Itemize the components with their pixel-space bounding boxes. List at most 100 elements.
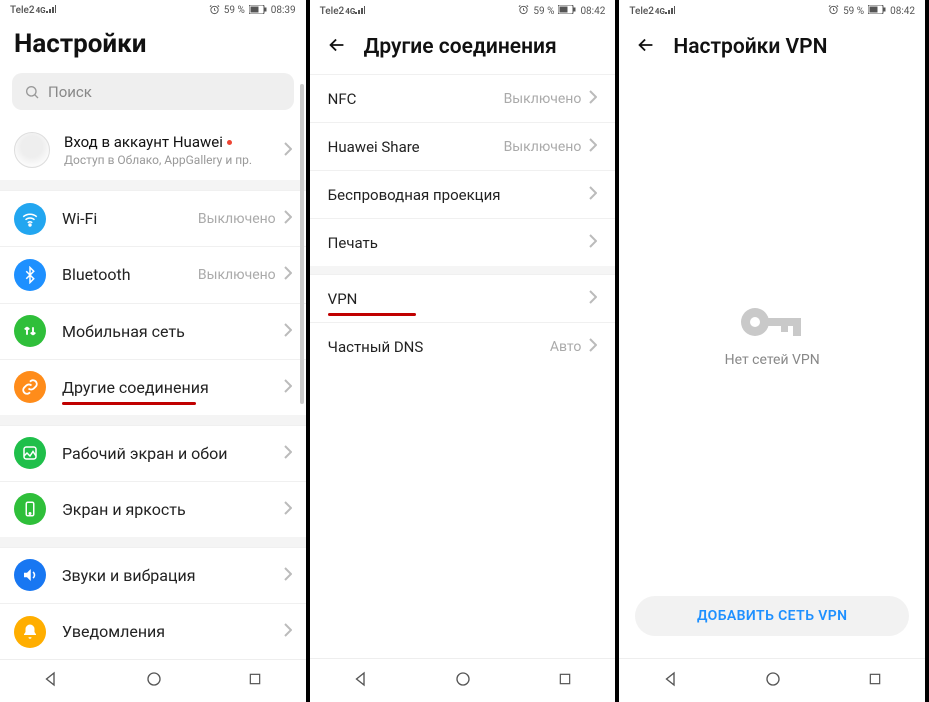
back-button[interactable] (635, 34, 657, 60)
back-button[interactable] (326, 34, 348, 60)
row-label: Bluetooth (62, 265, 131, 284)
print-row[interactable]: Печать (310, 218, 616, 266)
settings-pane: Tele2 4G 59 % 08:39 Настройки Поиск Вход… (0, 0, 310, 702)
chevron-right-icon (284, 141, 292, 160)
row-label: NFC (328, 90, 357, 108)
row-label: Экран и яркость (62, 500, 186, 519)
nav-recent-button[interactable] (867, 671, 883, 691)
header: Настройки (0, 21, 306, 73)
row-label: Другие соединения (62, 378, 209, 397)
row-label: Уведомления (62, 622, 165, 641)
vpn-key-icon (737, 302, 807, 342)
network-type-icon: 4G (345, 7, 355, 16)
other-connections-row[interactable]: Другие соединения (0, 359, 306, 415)
link-icon (14, 371, 46, 403)
highlight-underline (62, 402, 196, 405)
wifi-row[interactable]: Wi-Fi Выключено (0, 190, 306, 246)
battery-icon (249, 5, 267, 17)
nav-home-button[interactable] (764, 670, 782, 692)
chevron-right-icon (284, 622, 292, 641)
vpn-settings-pane: Tele2 4G 59 % 08:42 Настройки VPN Нет се… (619, 0, 929, 702)
network-type-icon: 4G (36, 6, 46, 15)
notification-dot-icon (227, 140, 232, 145)
notifications-row[interactable]: Уведомления (0, 603, 306, 659)
wifi-icon (14, 203, 46, 235)
search-placeholder: Поиск (48, 83, 92, 101)
clock-label: 08:42 (890, 6, 915, 17)
alarm-icon (209, 4, 220, 18)
network-type-icon: 4G (655, 7, 665, 16)
chevron-right-icon (284, 265, 292, 284)
row-label: Частный DNS (328, 338, 424, 356)
battery-pct: 59 % (224, 5, 245, 16)
row-label: Huawei Share (328, 138, 420, 156)
row-label: VPN (328, 290, 358, 308)
chevron-right-icon (284, 209, 292, 228)
nfc-row[interactable]: NFC Выключено (310, 74, 616, 122)
huawei-share-row[interactable]: Huawei Share Выключено (310, 122, 616, 170)
section-gap (310, 266, 616, 274)
nav-back-button[interactable] (42, 670, 60, 692)
row-value: Выключено (198, 267, 276, 283)
nav-recent-button[interactable] (247, 671, 263, 691)
battery-icon (558, 5, 576, 17)
battery-pct: 59 % (843, 6, 864, 17)
highlight-underline (328, 313, 416, 316)
row-label: Звуки и вибрация (62, 566, 195, 585)
status-bar: Tele2 4G 59 % 08:39 (0, 0, 306, 21)
row-value: Выключено (504, 139, 582, 155)
bluetooth-icon (14, 259, 46, 291)
status-bar: Tele2 4G 59 % 08:42 (619, 0, 925, 22)
display-brightness-row[interactable]: Экран и яркость (0, 481, 306, 537)
home-wallpaper-row[interactable]: Рабочий экран и обои (0, 425, 306, 481)
nav-recent-button[interactable] (557, 671, 573, 691)
scroll-indicator (300, 84, 304, 404)
alarm-icon (518, 4, 529, 18)
page-title: Другие соединения (364, 35, 557, 59)
header: Другие соединения (310, 22, 616, 74)
other-connections-pane: Tele2 4G 59 % 08:42 Другие соединения NF… (310, 0, 620, 702)
search-input[interactable]: Поиск (12, 73, 294, 110)
section-gap (0, 537, 306, 547)
nav-back-button[interactable] (352, 670, 370, 692)
row-label: Рабочий экран и обои (62, 444, 228, 463)
nav-home-button[interactable] (454, 670, 472, 692)
bluetooth-row[interactable]: Bluetooth Выключено (0, 246, 306, 302)
alarm-icon (828, 4, 839, 18)
account-row[interactable]: Вход в аккаунт Huawei Доступ в Облако, A… (0, 120, 306, 180)
wireless-projection-row[interactable]: Беспроводная проекция (310, 170, 616, 218)
chevron-right-icon (589, 185, 597, 204)
chevron-right-icon (589, 137, 597, 156)
chevron-right-icon (284, 500, 292, 519)
chevron-right-icon (589, 89, 597, 108)
chevron-right-icon (589, 233, 597, 252)
signal-icon (46, 5, 56, 16)
section-gap (0, 180, 306, 190)
notification-icon (14, 616, 46, 648)
sounds-row[interactable]: Звуки и вибрация (0, 547, 306, 603)
chevron-right-icon (589, 337, 597, 356)
row-value: Выключено (198, 211, 276, 227)
row-label: Печать (328, 234, 378, 252)
header: Настройки VPN (619, 22, 925, 74)
empty-state: Нет сетей VPN (619, 74, 925, 596)
section-gap (0, 415, 306, 425)
mobile-network-row[interactable]: Мобильная сеть (0, 303, 306, 359)
carrier-label: Tele2 (320, 6, 345, 17)
add-vpn-button[interactable]: ДОБАВИТЬ СЕТЬ VPN (635, 596, 909, 636)
row-label: Беспроводная проекция (328, 186, 501, 204)
display-icon (14, 493, 46, 525)
clock-label: 08:39 (271, 5, 296, 16)
private-dns-row[interactable]: Частный DNS Авто (310, 322, 616, 370)
nav-home-button[interactable] (145, 670, 163, 692)
battery-pct: 59 % (533, 6, 554, 17)
signal-icon (665, 6, 675, 17)
carrier-label: Tele2 (10, 5, 35, 16)
navigation-bar (0, 659, 306, 702)
nav-back-button[interactable] (662, 670, 680, 692)
empty-message: Нет сетей VPN (725, 352, 820, 368)
page-title: Настройки VPN (673, 35, 827, 59)
clock-label: 08:42 (580, 6, 605, 17)
row-label: Мобильная сеть (62, 322, 185, 341)
vpn-row[interactable]: VPN (310, 274, 616, 322)
